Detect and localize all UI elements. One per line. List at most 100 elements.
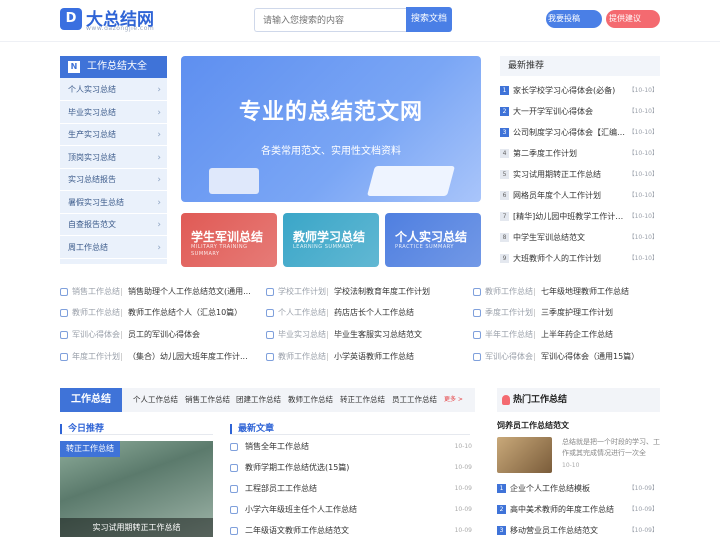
link-title: 药店店长个人工作总结 xyxy=(334,308,414,317)
separator: | xyxy=(533,352,536,361)
news-item[interactable]: 9 大班教师个人的工作计划 【10-10】 xyxy=(500,248,660,269)
sidebar-item[interactable]: 个人实习总结 › xyxy=(60,79,167,101)
rank-badge: 2 xyxy=(500,107,509,116)
link-item[interactable]: 学校工作计划 | 学校法制教育年度工作计划 xyxy=(266,282,471,302)
link-tag: 军训心得体会 xyxy=(72,330,120,339)
hero-banner[interactable]: 专业的总结范文网 各类常用范文、实用性文档资料 xyxy=(181,56,481,202)
link-item[interactable]: 教师工作总结 | 小学英语教师工作总结 xyxy=(266,347,471,367)
article-item[interactable]: 小学六年级班主任个人工作总结 10-09 xyxy=(230,499,472,520)
separator: | xyxy=(326,330,329,339)
link-item[interactable]: 毕业实习总结 | 毕业生客服实习总结范文 xyxy=(266,325,471,345)
category-icon: N xyxy=(68,61,80,73)
news-item-title: 大一开学军训心得体会 xyxy=(513,107,593,116)
card-personal-practice[interactable]: 个人实习总结 PRACTICE SUMMARY xyxy=(385,213,481,267)
news-item[interactable]: 6 网格员年度个人工作计划 【10-10】 xyxy=(500,185,660,206)
rank-badge: 2 xyxy=(497,505,506,514)
chevron-right-icon: › xyxy=(157,242,161,253)
tab-item[interactable]: 教师工作总结 xyxy=(288,388,333,412)
link-item[interactable]: 教师工作总结 | 七年级地理教师工作总结 xyxy=(473,282,678,302)
article-date: 10-09 xyxy=(454,527,472,534)
news-item[interactable]: 2 大一开学军训心得体会 【10-10】 xyxy=(500,101,660,122)
link-item[interactable]: 年度工作计划 | （集合）幼儿园大班年度工作计... xyxy=(60,347,265,367)
link-title: 教师工作总结个人（汇总10篇） xyxy=(128,308,243,317)
article-item[interactable]: 销售全年工作总结 10-10 xyxy=(230,436,472,457)
doc-icon xyxy=(266,331,274,339)
hot-feature-title[interactable]: 饲养员工作总结范文 xyxy=(497,420,569,431)
link-item[interactable]: 半年工作总结 | 上半年药企工作总结 xyxy=(473,325,678,345)
separator: | xyxy=(533,330,536,339)
sidebar-item[interactable]: 实习总结报告 › xyxy=(60,169,167,191)
sidebar-item[interactable]: 周工作总结 › xyxy=(60,237,167,259)
link-item[interactable]: 教师工作总结 | 教师工作总结个人（汇总10篇） xyxy=(60,303,265,323)
article-date: 10-10 xyxy=(454,443,472,450)
news-item[interactable]: 7 [精华]幼儿园中班教学工作计划15篇【10-10】 xyxy=(500,206,660,227)
article-item[interactable]: 工程部员工工作总结 10-09 xyxy=(230,478,472,499)
sidebar-item[interactable]: 顶岗实习总结 › xyxy=(60,147,167,169)
tab-item[interactable]: 转正工作总结 xyxy=(340,388,385,412)
rank-badge: 8 xyxy=(500,233,509,242)
link-item[interactable]: 军训心得体会 | 军训心得体会（通用15篇） xyxy=(473,347,678,367)
chevron-right-icon: › xyxy=(157,197,161,208)
tab-item[interactable]: 员工工作总结 xyxy=(392,388,437,412)
link-item[interactable]: 军训心得体会 | 员工的军训心得体会 xyxy=(60,325,265,345)
search-input[interactable] xyxy=(254,8,406,32)
logo-icon[interactable]: D xyxy=(60,8,82,30)
sidebar-item[interactable]: 暑假实习生总结 › xyxy=(60,192,167,214)
doc-icon xyxy=(266,288,274,296)
book-illustration xyxy=(209,168,259,194)
chevron-right-icon: › xyxy=(157,175,161,185)
link-tag: 学校工作计划 xyxy=(278,287,326,296)
doc-icon xyxy=(266,353,274,361)
link-tag: 个人工作总结 xyxy=(278,308,326,317)
news-item-date: 【10-10】 xyxy=(628,171,658,178)
link-title: 员工的军训心得体会 xyxy=(128,330,200,339)
submit-article-button[interactable]: 我要投稿 xyxy=(546,10,602,28)
card-teacher-learning[interactable]: 教师学习总结 LEARNING SUMMARY xyxy=(283,213,379,267)
doc-icon xyxy=(230,527,238,535)
separator: | xyxy=(533,287,536,296)
hot-feature-image[interactable] xyxy=(497,437,552,473)
article-date: 10-09 xyxy=(454,506,472,513)
hot-item[interactable]: 1 企业个人工作总结模板 【10-09】 xyxy=(497,478,660,499)
news-item[interactable]: 5 实习试用期转正工作总结 【10-10】 xyxy=(500,164,660,185)
link-tag: 半年工作总结 xyxy=(485,330,533,339)
news-item[interactable]: 3 公司制度学习心得体会【汇编15... 【10-10】 xyxy=(500,122,660,143)
chevron-right-icon: › xyxy=(157,152,161,163)
sidebar-item[interactable]: 生产实习总结 › xyxy=(60,124,167,146)
link-item[interactable]: 个人工作总结 | 药店店长个人工作总结 xyxy=(266,303,471,323)
link-item[interactable]: 季度工作计划 | 三季度护理工作计划 xyxy=(473,303,678,323)
tab-active[interactable]: 工作总结 xyxy=(60,388,122,412)
tab-item[interactable]: 团建工作总结 xyxy=(236,388,281,412)
news-item-title: 公司制度学习心得体会【汇编15... xyxy=(513,128,625,137)
tab-item[interactable]: 个人工作总结 xyxy=(133,388,178,412)
link-tag: 教师工作总结 xyxy=(278,352,326,361)
news-item[interactable]: 1 家长学校学习心得体会(必备) 【10-10】 xyxy=(500,80,660,101)
link-title: 七年级地理教师工作总结 xyxy=(541,287,629,296)
news-item[interactable]: 4 第二季度工作计划 【10-10】 xyxy=(500,143,660,164)
divider xyxy=(60,434,213,435)
link-item[interactable]: 销售工作总结 | 销售助理个人工作总结范文(通用... xyxy=(60,282,265,302)
link-title: 销售助理个人工作总结范文(通用... xyxy=(128,287,251,296)
tab-item[interactable]: 销售工作总结 xyxy=(185,388,230,412)
news-item[interactable]: 8 中学生军训总结范文 【10-10】 xyxy=(500,227,660,248)
article-item[interactable]: 教师学期工作总结优选(15篇) 10-09 xyxy=(230,457,472,478)
card-title: 个人实习总结 xyxy=(395,230,468,244)
rank-badge: 3 xyxy=(500,128,509,137)
hot-item[interactable]: 2 高中美术教师的年度工作总结 【10-09】 xyxy=(497,499,660,520)
sidebar-item[interactable]: 毕业实习总结 › xyxy=(60,102,167,124)
sidebar-item-label: 暑假实习生总结 xyxy=(68,197,124,207)
rank-badge: 5 xyxy=(500,170,509,179)
article-item[interactable]: 二年级语文教师工作总结范文 10-09 xyxy=(230,520,472,541)
hot-item[interactable]: 3 移动营业员工作总结范文 【10-09】 xyxy=(497,520,660,541)
search-button[interactable]: 搜索文档 xyxy=(406,7,452,32)
rank-badge: 1 xyxy=(500,86,509,95)
today-caption[interactable]: 实习试用期转正工作总结 xyxy=(60,518,213,537)
today-badge[interactable]: 转正工作总结 xyxy=(60,441,120,457)
news-item-date: 【10-10】 xyxy=(628,108,658,115)
card-military-training[interactable]: 学生军训总结 MILITARY TRAINING SUMMARY xyxy=(181,213,277,267)
card-subtitle: PRACTICE SUMMARY xyxy=(395,244,454,250)
suggest-button[interactable]: 提供建议 xyxy=(606,10,660,28)
more-link[interactable]: 更多 > xyxy=(444,388,463,412)
hot-item-title: 移动营业员工作总结范文 xyxy=(510,526,598,535)
sidebar-item[interactable]: 自查报告范文 › xyxy=(60,214,167,236)
